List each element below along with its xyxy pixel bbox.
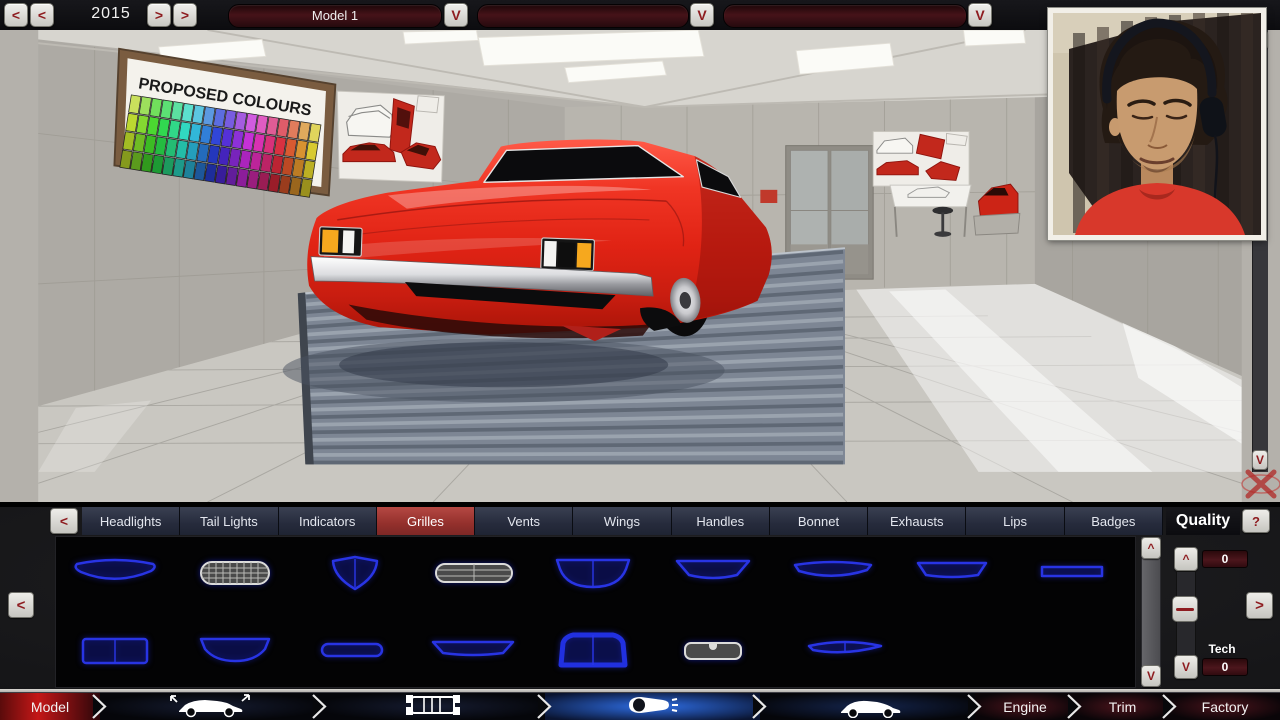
- tab-lips[interactable]: Lips: [966, 507, 1065, 535]
- design-sketch-poster-left: [336, 90, 445, 183]
- nav-step-trim[interactable]: Trim: [1075, 693, 1170, 720]
- tab-indicators[interactable]: Indicators: [278, 507, 377, 535]
- wall-cabinet: [760, 189, 778, 204]
- headlight-icon: [623, 692, 683, 720]
- nav-step-model[interactable]: Model: [0, 693, 100, 720]
- nav-step-headlight-icon-active[interactable]: [545, 693, 760, 720]
- dropdown-2-button[interactable]: V: [690, 3, 714, 27]
- trim-car-icon: [833, 692, 903, 720]
- parts-next-page-button[interactable]: >: [1246, 592, 1273, 619]
- grille-part-mesh-oval[interactable]: [187, 551, 283, 595]
- grille-part-trapezoid-wide-thin[interactable]: [425, 629, 521, 673]
- nav-chevron-icon: [90, 693, 110, 720]
- parts-scroll-down-button[interactable]: V: [1141, 665, 1161, 687]
- quality-panel-title: Quality: [1166, 507, 1240, 535]
- model-dropdown-value: Model 1: [311, 8, 359, 23]
- grille-part-smile-thin[interactable]: [785, 551, 881, 595]
- car-taillight-left: [318, 226, 363, 257]
- grille-part-shield[interactable]: [307, 551, 403, 595]
- year-label: 2015: [91, 5, 131, 22]
- nav-step-engine[interactable]: Engine: [975, 693, 1075, 720]
- grille-part-smile-wide[interactable]: [67, 551, 163, 595]
- chassis-icon: [398, 692, 468, 720]
- nav-chevron-icon: [535, 693, 555, 720]
- parts-scroll-up-button[interactable]: ^: [1141, 537, 1161, 559]
- dropdown-3-button[interactable]: V: [968, 3, 992, 27]
- tab-handles[interactable]: Handles: [671, 507, 770, 535]
- model-dropdown-button[interactable]: V: [444, 3, 468, 27]
- quality-up-button[interactable]: ^: [1174, 547, 1198, 571]
- fixture-selection-panel: < Headlights Tail Lights Indicators Grilles…: [0, 502, 1280, 692]
- quality-value: 0: [1202, 550, 1248, 568]
- grille-part-trapezoid[interactable]: [665, 551, 761, 595]
- grille-part-pill-thin[interactable]: [304, 629, 400, 673]
- tab-grilles[interactable]: Grilles: [376, 507, 476, 535]
- tabs-back-button[interactable]: <: [50, 508, 78, 534]
- nav-step-chassis-icon[interactable]: [320, 693, 545, 720]
- grille-part-rect-split[interactable]: [67, 629, 163, 673]
- dropdown-3[interactable]: [723, 4, 967, 28]
- year-next-button[interactable]: >: [147, 3, 171, 27]
- nav-chevron-icon: [750, 693, 770, 720]
- grille-part-bar-flat[interactable]: [1024, 551, 1120, 595]
- grille-part-dome-split[interactable]: [545, 629, 641, 673]
- parts-prev-page-button[interactable]: <: [8, 592, 34, 618]
- quality-down-button[interactable]: V: [1174, 655, 1198, 679]
- nav-step-styling-icon[interactable]: [100, 693, 320, 720]
- nav-chevron-icon: [1160, 693, 1180, 720]
- facecam-video: [1053, 13, 1261, 235]
- grille-part-slat-oval[interactable]: [426, 551, 522, 595]
- grille-part-trapezoid-thin[interactable]: [904, 551, 1000, 595]
- tab-exhausts[interactable]: Exhausts: [868, 507, 967, 535]
- camera-locked-icon: [1240, 466, 1280, 502]
- grille-part-lens-split[interactable]: [797, 629, 893, 673]
- nav-step-trim-car-icon[interactable]: [760, 693, 975, 720]
- tab-wings[interactable]: Wings: [573, 507, 672, 535]
- year-next-fast-button[interactable]: >: [173, 3, 197, 27]
- tab-bonnet[interactable]: Bonnet: [769, 507, 869, 535]
- help-button[interactable]: ?: [1242, 509, 1270, 533]
- nav-chevron-icon: [1065, 693, 1085, 720]
- nav-step-factory[interactable]: Factory: [1170, 693, 1280, 720]
- year-prev-fast-button[interactable]: <: [30, 3, 54, 27]
- tab-badges[interactable]: Badges: [1064, 507, 1163, 535]
- tech-label: Tech: [1208, 642, 1236, 656]
- dropdown-2[interactable]: [477, 4, 689, 28]
- quality-slider-handle[interactable]: [1172, 596, 1198, 622]
- styling-icon: [165, 692, 255, 720]
- design-step-nav: Model Engine Trim Factory: [0, 692, 1280, 720]
- nav-chevron-icon: [310, 693, 330, 720]
- tab-tail-lights[interactable]: Tail Lights: [180, 507, 279, 535]
- tech-value: 0: [1202, 658, 1248, 676]
- nav-chevron-icon: [965, 693, 985, 720]
- grille-part-pill-notch[interactable]: [665, 629, 761, 673]
- year-prev-button[interactable]: <: [4, 3, 28, 27]
- grille-part-trapezoid-round[interactable]: [187, 629, 283, 673]
- grille-part-halfround-split[interactable]: [545, 551, 641, 595]
- facecam-overlay: [1048, 8, 1266, 240]
- design-sketch-poster-back: [872, 131, 970, 187]
- game-window: < < 2015 > > Model 1 V V V PROPOSED COLO…: [0, 0, 1280, 720]
- car-taillight-right: [540, 237, 595, 272]
- tab-headlights[interactable]: Headlights: [82, 507, 181, 535]
- fixture-tab-bar: Headlights Tail Lights Indicators Grilles Ve…: [82, 507, 1163, 535]
- tab-vents[interactable]: Vents: [475, 507, 574, 535]
- parts-scrollbar[interactable]: ^ V: [1141, 537, 1161, 687]
- model-dropdown[interactable]: Model 1: [228, 4, 442, 28]
